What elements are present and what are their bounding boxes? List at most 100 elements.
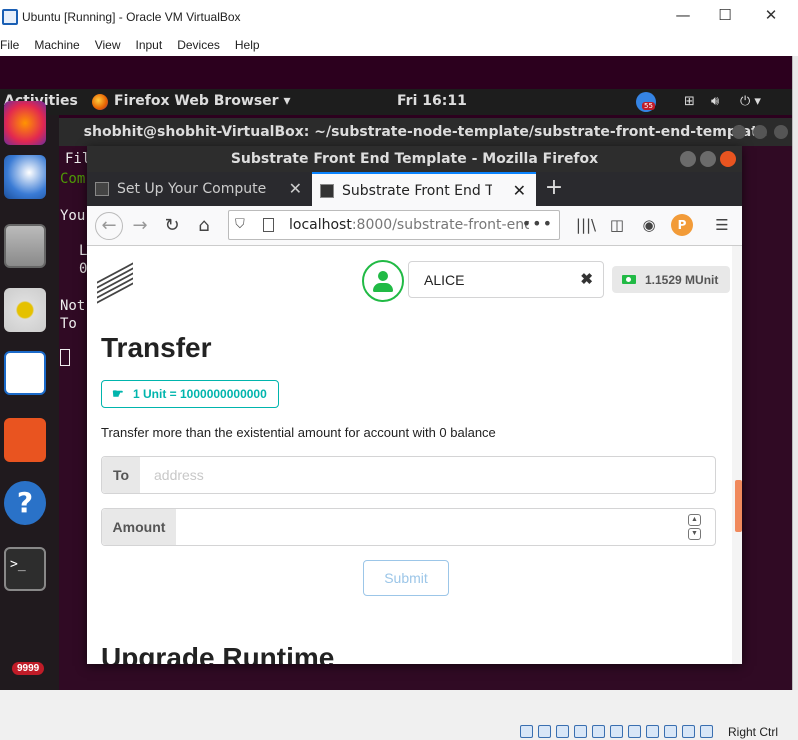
vbox-scroll-edge [792, 56, 798, 690]
firefox-maximize-icon[interactable] [700, 151, 716, 167]
menu-devices[interactable]: Devices [177, 38, 220, 52]
tab-substrate-front-end[interactable]: Substrate Front End Template ✕ [312, 172, 536, 206]
terminal-dock-icon[interactable]: >_ [4, 547, 46, 591]
vbox-status-bar: Right Ctrl [0, 690, 798, 740]
terminal-cursor [60, 349, 70, 366]
tab-setup-computer[interactable]: Set Up Your Computer · Subs ✕ [87, 172, 312, 206]
amount-field: Amount ▲ ▼ [101, 508, 716, 546]
rhythmbox-icon[interactable] [4, 288, 46, 332]
software-center-icon[interactable] [4, 418, 46, 462]
amount-label: Amount [102, 509, 176, 545]
account-icon[interactable]: ◉ [638, 214, 660, 236]
tab-strip: Set Up Your Computer · Subs ✕ Substrate … [87, 172, 742, 206]
network-adapter-icon[interactable] [574, 725, 587, 738]
usb-icon[interactable] [592, 725, 605, 738]
account-selector[interactable]: ALICE ✖ [408, 261, 604, 298]
money-icon [622, 275, 636, 284]
audio-icon[interactable] [556, 725, 569, 738]
app-menu[interactable]: Firefox Web Browser ▾ [114, 93, 290, 109]
firefox-dock-icon[interactable] [4, 101, 46, 145]
cpu-icon[interactable] [664, 725, 677, 738]
page-scrollbar[interactable] [732, 246, 742, 664]
terminal-maximize-icon[interactable] [753, 125, 767, 139]
web-page: ALICE ✖ 1.1529 MUnit Transfer ☛ 1 Unit = … [87, 246, 742, 664]
menu-machine[interactable]: Machine [34, 38, 79, 52]
account-name: ALICE [424, 272, 465, 288]
dock-badge: 9999 [12, 662, 45, 675]
terminal-line: To [60, 316, 77, 332]
clock[interactable]: Fri 16:11 [397, 93, 467, 109]
hamburger-menu-icon[interactable]: ☰ [711, 214, 733, 236]
vbox-window-title: Ubuntu [Running] - Oracle VM VirtualBox [22, 10, 241, 24]
firefox-minimize-icon[interactable] [680, 151, 696, 167]
display-icon[interactable] [628, 725, 641, 738]
tab-favicon [95, 182, 109, 196]
mouse-integration-icon[interactable] [682, 725, 695, 738]
to-label: To [102, 457, 140, 493]
user-icon[interactable] [362, 260, 404, 302]
number-stepper[interactable]: ▲ ▼ [688, 514, 701, 540]
stepper-down-icon[interactable]: ▼ [688, 528, 701, 540]
close-icon[interactable]: ✕ [760, 6, 782, 24]
page-info-icon[interactable] [263, 218, 274, 232]
url-path: :8000/substrate-front-end-template [351, 217, 529, 233]
notification-icon[interactable]: 55 [636, 92, 656, 112]
stepper-up-icon[interactable]: ▲ [688, 514, 701, 526]
url-text[interactable]: localhost:8000/substrate-front-end-templ… [289, 217, 529, 233]
firefox-window-title: Substrate Front End Template - Mozilla F… [230, 151, 599, 167]
library-icon[interactable]: |||\ [575, 214, 597, 236]
amount-input[interactable] [176, 509, 676, 545]
hard-disk-icon[interactable] [520, 725, 533, 738]
ubuntu-dock: ? >_ 9999 [0, 101, 59, 690]
help-icon[interactable]: ? [4, 481, 46, 525]
gnome-top-bar: Activities Firefox Web Browser ▾ Fri 16:… [0, 89, 792, 115]
unit-label: ☛ 1 Unit = 1000000000000 [101, 380, 279, 408]
clear-icon[interactable]: ✖ [580, 270, 593, 288]
menu-help[interactable]: Help [235, 38, 260, 52]
terminal-line: Not [60, 298, 86, 314]
sidebar-icon[interactable]: ◫ [606, 214, 628, 236]
reload-button[interactable]: ↻ [160, 214, 184, 238]
tab-favicon [320, 184, 334, 198]
thunderbird-icon[interactable] [4, 155, 46, 199]
terminal-close-icon[interactable] [774, 125, 788, 139]
menu-view[interactable]: View [95, 38, 121, 52]
shared-folder-icon[interactable] [610, 725, 623, 738]
optical-drive-icon[interactable] [538, 725, 551, 738]
terminal-title-bar: shobhit@shobhit-VirtualBox: ~/substrate-… [59, 118, 792, 146]
to-address-input[interactable] [140, 457, 710, 493]
vbox-menu-bar: File Machine View Input Devices Help [0, 34, 798, 56]
home-button[interactable]: ⌂ [192, 214, 216, 238]
libreoffice-writer-icon[interactable] [4, 351, 46, 395]
power-icon[interactable]: ⏻ ▾ [740, 94, 761, 109]
url-bar[interactable]: ⛉ localhost:8000/substrate-front-end-tem… [228, 210, 560, 240]
new-tab-button[interactable]: + [542, 172, 566, 206]
terminal-title: shobhit@shobhit-VirtualBox: ~/substrate-… [83, 124, 768, 140]
extension-icon[interactable]: P [671, 214, 693, 236]
menu-input[interactable]: Input [136, 38, 163, 52]
page-actions-icon[interactable]: ••• [522, 214, 553, 233]
network-icon[interactable]: ⊞ [684, 94, 695, 109]
submit-button[interactable]: Submit [363, 560, 449, 596]
tab-close-icon[interactable]: ✕ [289, 172, 302, 206]
maximize-icon[interactable]: ☐ [714, 6, 736, 24]
terminal-line: You [60, 208, 86, 224]
tab-close-icon[interactable]: ✕ [513, 174, 526, 206]
host-key-label: Right Ctrl [728, 725, 779, 739]
menu-file[interactable]: File [0, 38, 19, 52]
forward-button[interactable]: → [128, 214, 152, 238]
notification-count: 55 [642, 102, 655, 110]
back-button[interactable]: ← [95, 212, 123, 240]
tab-label: Set Up Your Computer · Subs [117, 181, 267, 197]
keyboard-capture-icon[interactable] [700, 725, 713, 738]
files-icon[interactable] [4, 224, 46, 268]
shield-icon[interactable]: ⛉ [235, 217, 245, 232]
firefox-close-icon[interactable] [720, 151, 736, 167]
balance-value: 1.1529 MUnit [645, 273, 719, 287]
recording-icon[interactable] [646, 725, 659, 738]
volume-icon[interactable]: 🔊︎ [711, 94, 719, 109]
scrollbar-thumb[interactable] [735, 480, 742, 532]
unit-label-text: 1 Unit = 1000000000000 [133, 387, 267, 401]
terminal-minimize-icon[interactable] [732, 125, 746, 139]
minimize-icon[interactable]: — [672, 6, 694, 24]
